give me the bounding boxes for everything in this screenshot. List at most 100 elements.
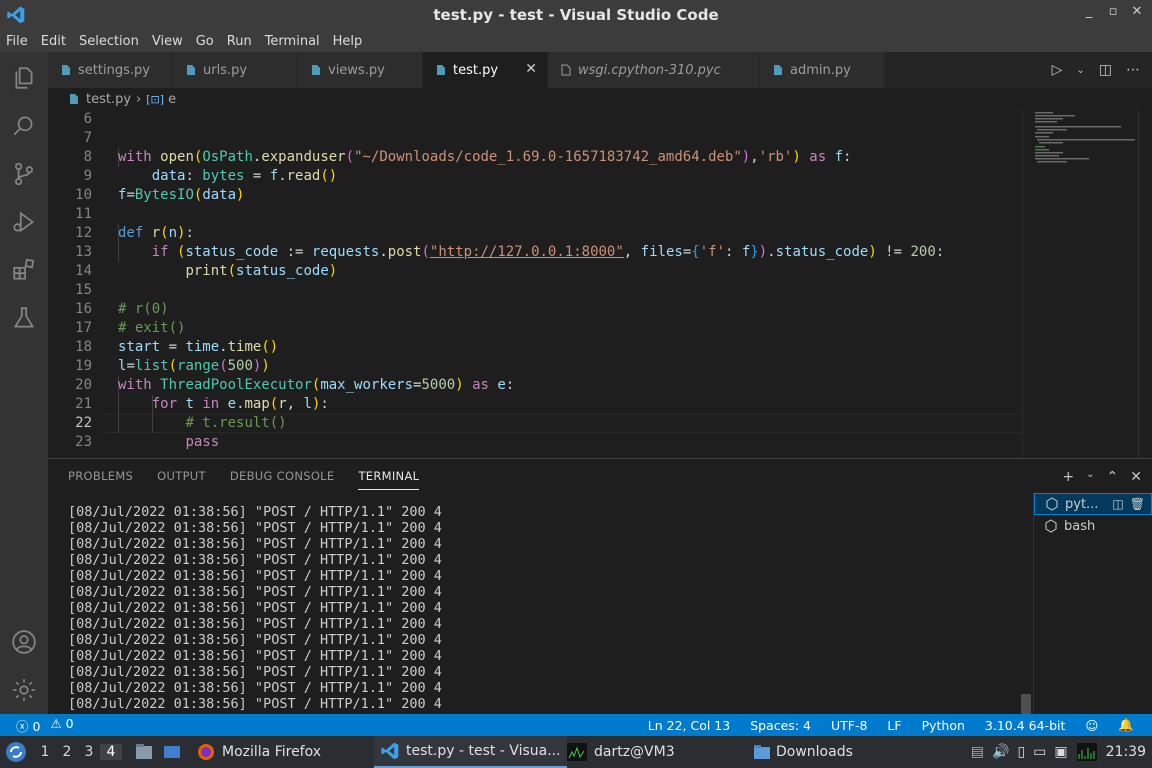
start-menu-button[interactable] bbox=[4, 736, 28, 768]
task-label: test.py - test - Visua... bbox=[406, 743, 561, 759]
notes-icon[interactable]: ▯ bbox=[1017, 744, 1025, 760]
testing-button[interactable] bbox=[0, 294, 48, 342]
display-icon[interactable]: ▭ bbox=[1033, 744, 1046, 760]
terminal-item-python[interactable]: pyt... ◫ 🗑 bbox=[1034, 493, 1152, 515]
menu-terminal[interactable]: Terminal bbox=[265, 34, 320, 49]
problems-status[interactable]: ⓧ 0 ⚠ 0 bbox=[16, 716, 74, 735]
line-number: 13 bbox=[75, 244, 92, 260]
panel-tab-output[interactable]: OUTPUT bbox=[157, 469, 206, 490]
breadcrumb-symbol[interactable]: e bbox=[168, 92, 176, 107]
accounts-button[interactable] bbox=[0, 618, 48, 666]
system-tray: ▤ 🔊 ▯ ▭ ▣ 21:39 bbox=[971, 736, 1146, 768]
terminal-line: [08/Jul/2022 01:38:56] "POST / HTTP/1.1"… bbox=[68, 600, 442, 616]
close-window-icon[interactable]: ✕ bbox=[1130, 4, 1144, 19]
maximize-icon[interactable]: ▫ bbox=[1106, 4, 1120, 19]
run-file-icon[interactable]: ▷ bbox=[1052, 62, 1063, 78]
encoding[interactable]: UTF-8 bbox=[831, 718, 867, 733]
menu-run[interactable]: Run bbox=[227, 34, 252, 49]
variable-icon: [⊡] bbox=[146, 92, 165, 106]
more-actions-icon[interactable]: ⋯ bbox=[1126, 62, 1140, 78]
clipboard-icon[interactable]: ▤ bbox=[971, 744, 984, 760]
source-control-icon bbox=[15, 162, 33, 186]
cursor-position[interactable]: Ln 22, Col 13 bbox=[648, 718, 730, 733]
tab-label: admin.py bbox=[790, 62, 851, 78]
terminal-app-icon bbox=[567, 743, 587, 761]
editor-scrollbar[interactable] bbox=[1138, 110, 1152, 458]
workspace-1[interactable]: 1 bbox=[34, 744, 56, 760]
panel-tab-debug-console[interactable]: DEBUG CONSOLE bbox=[230, 469, 335, 490]
workspace-3[interactable]: 3 bbox=[78, 744, 100, 760]
distro-logo-icon bbox=[6, 742, 26, 762]
line-number: 23 bbox=[75, 434, 92, 450]
terminal-scrollbar[interactable] bbox=[1021, 694, 1031, 714]
terminal-line: [08/Jul/2022 01:38:56] "POST / HTTP/1.1"… bbox=[68, 568, 442, 584]
menu-edit[interactable]: Edit bbox=[41, 34, 66, 49]
chevron-down-icon[interactable]: ⌄ bbox=[1086, 469, 1094, 485]
close-panel-icon[interactable]: ✕ bbox=[1130, 469, 1142, 485]
panel-tab-problems[interactable]: PROBLEMS bbox=[68, 469, 133, 490]
extensions-button[interactable] bbox=[0, 246, 48, 294]
task-firefox[interactable]: Mozilla Firefox bbox=[190, 736, 327, 768]
trash-icon[interactable]: 🗑 bbox=[1130, 497, 1145, 511]
indentation[interactable]: Spaces: 4 bbox=[750, 718, 811, 733]
search-button[interactable] bbox=[0, 102, 48, 150]
tab-admin-py[interactable]: admin.py bbox=[760, 52, 885, 88]
taskbar: 1 2 3 4 Mozilla Firefox test.py - test -… bbox=[0, 736, 1152, 768]
editor-actions: ▷ ⌄ ◫ ⋯ bbox=[1052, 62, 1140, 78]
breadcrumb-file[interactable]: test.py bbox=[86, 92, 131, 107]
network-icon[interactable]: ▣ bbox=[1054, 744, 1067, 760]
task-terminal[interactable]: dartz@VM3 bbox=[560, 736, 681, 768]
python-interpreter[interactable]: 3.10.4 64-bit bbox=[985, 718, 1065, 733]
source-control-button[interactable] bbox=[0, 150, 48, 198]
language-mode[interactable]: Python bbox=[922, 718, 965, 733]
run-debug-icon bbox=[13, 211, 35, 233]
panel-tab-terminal[interactable]: TERMINAL bbox=[358, 469, 420, 490]
warning-count: 0 bbox=[65, 715, 74, 731]
tab-views-py[interactable]: views.py bbox=[298, 52, 423, 88]
feedback-icon[interactable]: ☺ bbox=[1085, 718, 1098, 733]
chevron-down-icon[interactable]: ⌄ bbox=[1076, 65, 1084, 76]
task-downloads[interactable]: Downloads bbox=[746, 736, 859, 768]
terminal-output[interactable]: [08/Jul/2022 01:38:56] "POST / HTTP/1.1"… bbox=[68, 504, 1018, 714]
menu-selection[interactable]: Selection bbox=[79, 34, 139, 49]
menu-file[interactable]: File bbox=[6, 34, 28, 49]
minimap[interactable] bbox=[1022, 110, 1138, 458]
clock[interactable]: 21:39 bbox=[1106, 744, 1146, 760]
manage-button[interactable] bbox=[0, 666, 48, 714]
line-number: 8 bbox=[83, 149, 92, 165]
tab-urls-py[interactable]: urls.py bbox=[173, 52, 298, 88]
bell-icon[interactable]: 🔔 bbox=[1118, 717, 1134, 733]
line-number: 12 bbox=[75, 225, 92, 241]
terminal-line: [08/Jul/2022 01:38:56] "POST / HTTP/1.1"… bbox=[68, 664, 442, 680]
warning-icon: ⚠ bbox=[50, 715, 62, 731]
minimap-preview bbox=[1035, 112, 1135, 163]
menu-view[interactable]: View bbox=[152, 34, 183, 49]
run-debug-button[interactable] bbox=[0, 198, 48, 246]
close-tab-icon[interactable]: ✕ bbox=[525, 61, 537, 77]
split-terminal-icon[interactable]: ◫ bbox=[1112, 497, 1123, 511]
workspace-2[interactable]: 2 bbox=[56, 744, 78, 760]
tab-wsgi-pyc[interactable]: wsgi.cpython-310.pyc bbox=[548, 52, 760, 88]
workspace-4[interactable]: 4 bbox=[100, 744, 122, 760]
status-bar: ⓧ 0 ⚠ 0 Ln 22, Col 13 Spaces: 4 UTF-8 LF… bbox=[0, 714, 1152, 736]
new-terminal-icon[interactable]: + bbox=[1062, 469, 1074, 485]
task-vscode[interactable]: test.py - test - Visua... bbox=[374, 736, 567, 768]
tab-settings-py[interactable]: settings.py bbox=[48, 52, 173, 88]
line-ending[interactable]: LF bbox=[887, 718, 901, 733]
cpu-monitor-icon[interactable] bbox=[1076, 742, 1098, 762]
tab-test-py[interactable]: test.py ✕ bbox=[423, 52, 548, 88]
maximize-panel-icon[interactable]: ⌃ bbox=[1107, 469, 1119, 485]
minimize-icon[interactable]: _ bbox=[1082, 4, 1096, 19]
file-manager-launcher[interactable] bbox=[134, 736, 154, 768]
explorer-button[interactable] bbox=[0, 54, 48, 102]
show-desktop-button[interactable] bbox=[162, 736, 182, 768]
terminal-item-bash[interactable]: bash bbox=[1034, 515, 1152, 537]
vscode-logo-icon bbox=[381, 742, 399, 760]
menu-go[interactable]: Go bbox=[196, 34, 214, 49]
volume-icon[interactable]: 🔊 bbox=[992, 744, 1009, 760]
tab-label: views.py bbox=[328, 62, 385, 78]
menu-help[interactable]: Help bbox=[333, 34, 363, 49]
split-editor-icon[interactable]: ◫ bbox=[1099, 62, 1112, 78]
line-number: 20 bbox=[75, 377, 92, 393]
code-editor[interactable]: 6 7 with open(OsPath.expanduser("~/Downl… bbox=[48, 110, 1022, 458]
